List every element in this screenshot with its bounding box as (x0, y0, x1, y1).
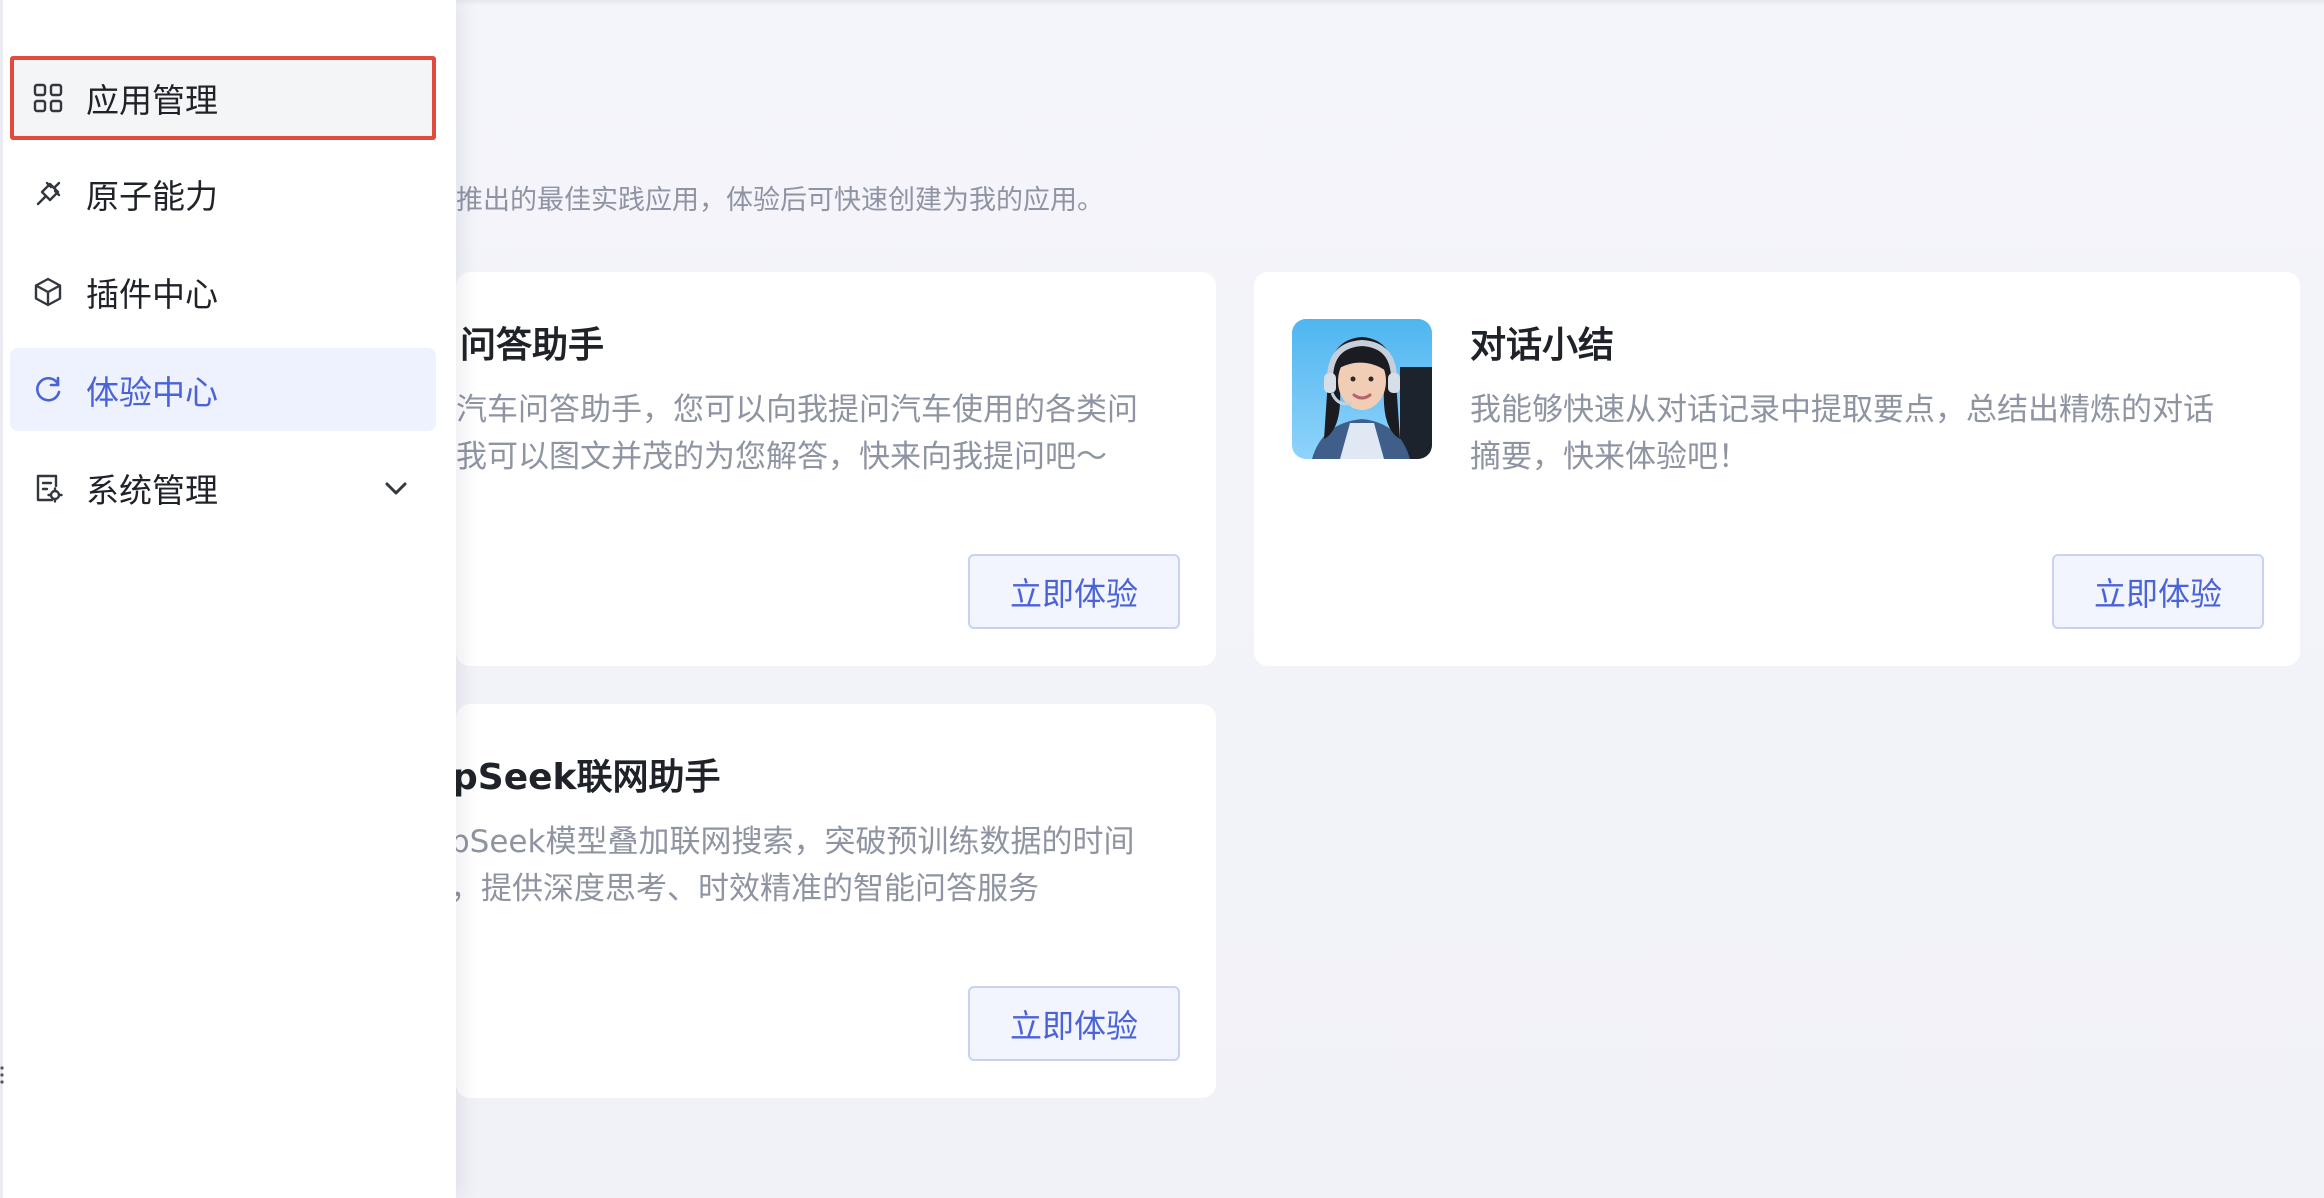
page-subtitle: 推出的最佳实践应用，体验后可快速创建为我的应用。 (456, 185, 1104, 216)
card-description-line: 汽车问答助手，您可以向我提问汽车使用的各类问 (456, 392, 1138, 428)
sidebar-item-label: 系统管理 (86, 470, 218, 510)
sidebar-item-system-management[interactable]: 系统管理 (10, 446, 436, 529)
card-description-line: 我可以图文并茂的为您解答，快来向我提问吧～ (456, 439, 1107, 475)
sidebar-item-label: 应用管理 (86, 81, 218, 120)
refresh-icon (30, 372, 66, 408)
sidebar-item-label: 体验中心 (86, 372, 218, 412)
card-description: 我能够快速从对话记录中提取要点，总结出精炼的对话 摘要，快来体验吧！ (1470, 387, 2280, 481)
sidebar-item-label: 插件中心 (86, 274, 218, 314)
chevron-down-icon[interactable] (378, 470, 414, 506)
sidebar-item-experience-center[interactable]: 体验中心 (10, 348, 436, 431)
plug-icon (30, 176, 66, 212)
card-description-line: 我能够快速从对话记录中提取要点，总结出精炼的对话 (1470, 392, 2214, 428)
app-card: 对话小结 我能够快速从对话记录中提取要点，总结出精炼的对话 摘要，快来体验吧！ … (1254, 272, 2300, 666)
sidebar-edge (0, 0, 3, 1198)
card-title: pSeek联网助手 (456, 757, 721, 798)
app-window: 推出的最佳实践应用，体验后可快速创建为我的应用。 问答助手 汽车问答助手，您可以… (0, 0, 2324, 1198)
cube-icon (30, 274, 66, 310)
card-description-line: 摘要，快来体验吧！ (1470, 439, 1749, 475)
card-title: 对话小结 (1470, 325, 1615, 366)
sidebar-item-app-management[interactable]: 应用管理 (10, 56, 436, 140)
grid-icon (30, 80, 66, 116)
card-description: pSeek模型叠加联网搜索，突破预训练数据的时间 ，提供深度思考、时效精准的智能… (456, 819, 1200, 913)
sidebar-item-atomic-capabilities[interactable]: 原子能力 (10, 152, 436, 235)
card-description: 汽车问答助手，您可以向我提问汽车使用的各类问 我可以图文并茂的为您解答，快来向我… (456, 387, 1206, 481)
sidebar: 应用管理 原子能力 插件中心 体验中心 系统管理 (0, 0, 456, 1198)
sidebar-item-plugin-center[interactable]: 插件中心 (10, 250, 436, 333)
try-now-button[interactable]: 立即体验 (2052, 554, 2264, 629)
app-card: pSeek联网助手 pSeek模型叠加联网搜索，突破预训练数据的时间 ，提供深度… (456, 704, 1216, 1098)
card-title: 问答助手 (460, 325, 605, 366)
try-now-button[interactable]: 立即体验 (968, 554, 1180, 629)
try-now-button[interactable]: 立即体验 (968, 986, 1180, 1061)
sidebar-item-label: 原子能力 (86, 176, 218, 216)
drag-handle-icon[interactable] (0, 1064, 6, 1086)
app-card: 问答助手 汽车问答助手，您可以向我提问汽车使用的各类问 我可以图文并茂的为您解答… (456, 272, 1216, 666)
card-description-line: ，提供深度思考、时效精准的智能问答服务 (456, 871, 1039, 907)
settings-doc-icon (30, 470, 66, 506)
card-description-line: pSeek模型叠加联网搜索，突破预训练数据的时间 (456, 824, 1135, 860)
customer-service-agent-avatar (1292, 319, 1432, 459)
